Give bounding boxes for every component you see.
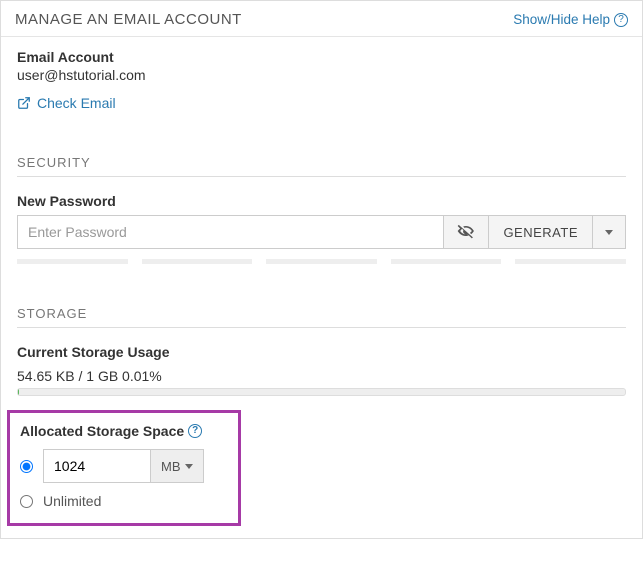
current-storage-value: 54.65 KB / 1 GB 0.01%	[17, 368, 626, 384]
allocated-unit-label: MB	[161, 459, 181, 474]
allocated-storage-label-text: Allocated Storage Space	[20, 423, 184, 439]
security-section: New Password GENERATE	[1, 181, 642, 270]
generate-password-button[interactable]: GENERATE	[489, 215, 593, 249]
strength-segment	[266, 259, 377, 264]
storage-heading: STORAGE	[17, 306, 626, 328]
check-email-link[interactable]: Check Email	[17, 95, 116, 111]
show-hide-help-link[interactable]: Show/Hide Help ?	[513, 12, 628, 27]
password-input[interactable]	[17, 215, 444, 249]
help-icon: ?	[614, 13, 628, 27]
password-input-group: GENERATE	[17, 215, 626, 249]
allocated-unlimited-radio[interactable]	[20, 495, 33, 508]
current-storage-label: Current Storage Usage	[17, 344, 626, 360]
panel-title: MANAGE AN EMAIL ACCOUNT	[15, 11, 242, 28]
allocated-storage-highlight: Allocated Storage Space ? MB Unlimited	[7, 410, 241, 526]
strength-segment	[391, 259, 502, 264]
strength-segment	[17, 259, 128, 264]
unlimited-label: Unlimited	[43, 493, 101, 509]
allocated-unlimited-row: Unlimited	[20, 493, 228, 509]
email-account-label: Email Account	[17, 49, 626, 65]
help-link-text: Show/Hide Help	[513, 12, 610, 27]
check-email-text: Check Email	[37, 95, 116, 111]
manage-email-panel: MANAGE AN EMAIL ACCOUNT Show/Hide Help ?…	[0, 0, 643, 539]
email-account-value: user@hstutorial.com	[17, 67, 626, 83]
chevron-down-icon	[605, 230, 613, 235]
toggle-password-visibility-button[interactable]	[444, 215, 489, 249]
storage-usage-fill	[18, 389, 19, 395]
generate-options-dropdown-button[interactable]	[593, 215, 626, 249]
allocated-size-input[interactable]	[43, 449, 151, 483]
strength-segment	[515, 259, 626, 264]
eye-off-icon	[456, 221, 476, 244]
panel-header: MANAGE AN EMAIL ACCOUNT Show/Hide Help ?	[1, 1, 642, 37]
account-section: Email Account user@hstutorial.com Check …	[1, 37, 642, 119]
allocated-custom-row: MB	[20, 449, 228, 483]
allocated-storage-label: Allocated Storage Space ?	[20, 423, 202, 439]
allocated-custom-radio[interactable]	[20, 460, 33, 473]
strength-segment	[142, 259, 253, 264]
storage-section: Current Storage Usage 54.65 KB / 1 GB 0.…	[1, 332, 642, 396]
chevron-down-icon	[185, 464, 193, 469]
generate-label: GENERATE	[503, 225, 578, 240]
storage-usage-bar	[17, 388, 626, 396]
new-password-label: New Password	[17, 193, 626, 209]
external-link-icon	[17, 96, 31, 110]
security-heading: SECURITY	[17, 155, 626, 177]
password-strength-meter	[17, 259, 626, 264]
help-icon: ?	[188, 424, 202, 438]
allocated-unit-dropdown[interactable]: MB	[151, 449, 204, 483]
